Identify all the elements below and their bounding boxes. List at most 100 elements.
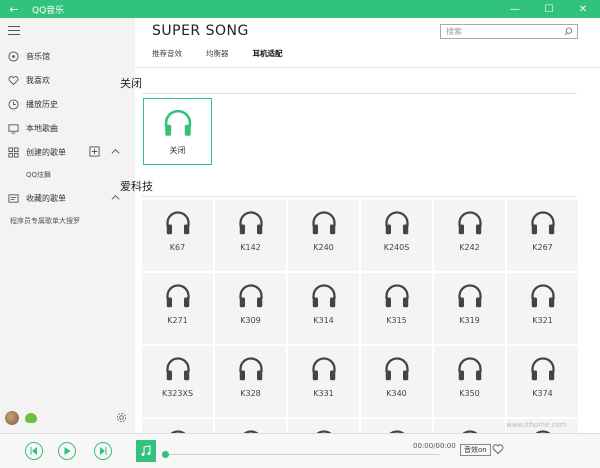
section-title-off: 关闭 bbox=[120, 77, 142, 90]
headphone-model-card[interactable]: K67 bbox=[142, 200, 213, 271]
sidebar-item-label: 创建的歌单 bbox=[26, 147, 66, 157]
headphone-label: K319 bbox=[459, 316, 480, 325]
headphone-label: K271 bbox=[167, 316, 188, 325]
music-note-icon bbox=[141, 445, 151, 456]
headphone-model-card[interactable]: K323XS bbox=[142, 346, 213, 417]
tab-recommended-effects[interactable]: 推荐音效 bbox=[152, 48, 182, 59]
sidebar-item-label: 播放历史 bbox=[26, 99, 58, 109]
playback-time: 00:00/00:00 bbox=[413, 442, 456, 450]
headphone-model-card[interactable]: K328 bbox=[215, 346, 286, 417]
headphones-icon bbox=[384, 284, 409, 308]
tab-divider bbox=[135, 67, 600, 68]
headphones-icon bbox=[457, 211, 482, 235]
favorite-heart-icon[interactable] bbox=[492, 443, 504, 455]
sound-effect-toggle[interactable]: 音效on bbox=[460, 444, 491, 456]
headphone-model-card[interactable]: K309 bbox=[215, 273, 286, 344]
add-playlist-icon[interactable] bbox=[89, 146, 100, 157]
sidebar-item-music-hall[interactable]: 音乐馆 bbox=[0, 44, 135, 68]
tab-headphone-adapt[interactable]: 耳机适配 bbox=[253, 48, 283, 59]
sidebar-item-created-playlists[interactable]: 创建的歌单 bbox=[0, 140, 135, 164]
title-bar: ← QQ音乐 — ☐ ✕ bbox=[0, 0, 600, 18]
sidebar-item-favorites[interactable]: 我喜欢 bbox=[0, 68, 135, 92]
gear-icon[interactable] bbox=[116, 412, 127, 423]
headphone-model-card[interactable]: K340 bbox=[361, 346, 432, 417]
headphone-model-card[interactable]: K242 bbox=[434, 200, 505, 271]
headphones-icon bbox=[311, 357, 336, 381]
headphone-off-card[interactable]: 关闭 bbox=[143, 98, 212, 165]
headphone-model-card[interactable]: K315 bbox=[361, 273, 432, 344]
play-button[interactable] bbox=[58, 442, 76, 460]
headphones-icon bbox=[530, 211, 555, 235]
section-divider bbox=[142, 93, 577, 94]
headphone-label: K374 bbox=[532, 389, 553, 398]
close-icon[interactable]: ✕ bbox=[566, 0, 600, 18]
sidebar-item-local[interactable]: 本地歌曲 bbox=[0, 116, 135, 140]
headphones-icon bbox=[384, 357, 409, 381]
next-button[interactable] bbox=[94, 442, 112, 460]
headphones-icon bbox=[384, 211, 409, 235]
watermark: www.ithome.com bbox=[506, 421, 567, 429]
maximize-icon[interactable]: ☐ bbox=[532, 0, 566, 18]
sidebar-item-label: 本地歌曲 bbox=[26, 123, 58, 133]
playlist-item[interactable]: 程序员专属歌单大搜罗 bbox=[0, 210, 135, 232]
frog-icon[interactable] bbox=[25, 413, 37, 423]
progress-track[interactable] bbox=[165, 454, 440, 455]
headphone-label: K242 bbox=[459, 243, 480, 252]
sidebar-item-label: 音乐馆 bbox=[26, 51, 50, 61]
headphones-icon bbox=[238, 211, 263, 235]
headphones-icon bbox=[311, 211, 336, 235]
search-placeholder: 搜索 bbox=[446, 27, 462, 36]
headphone-label: K314 bbox=[313, 316, 334, 325]
collection-icon bbox=[8, 193, 19, 203]
search-input[interactable]: 搜索 bbox=[440, 24, 578, 39]
headphones-icon bbox=[165, 284, 190, 308]
avatar[interactable] bbox=[5, 411, 19, 425]
headphone-model-card[interactable]: K240 bbox=[288, 200, 359, 271]
minimize-icon[interactable]: — bbox=[498, 0, 532, 18]
sidebar-item-collected-playlists[interactable]: 收藏的歌单 bbox=[0, 186, 135, 210]
headphone-label: K321 bbox=[532, 316, 553, 325]
hamburger-menu-icon[interactable] bbox=[8, 26, 20, 36]
section-title-brand: 爱科技 bbox=[120, 180, 153, 193]
album-cover[interactable] bbox=[136, 440, 156, 462]
next-icon bbox=[100, 447, 107, 455]
headphone-model-card[interactable]: K267 bbox=[507, 200, 578, 271]
progress-knob[interactable] bbox=[162, 451, 169, 458]
headphone-label: K142 bbox=[240, 243, 261, 252]
headphone-label: 关闭 bbox=[169, 146, 186, 155]
headphone-model-card[interactable]: K271 bbox=[142, 273, 213, 344]
headphone-model-card[interactable]: K331 bbox=[288, 346, 359, 417]
heart-icon bbox=[8, 75, 19, 85]
headphone-model-card[interactable]: K321 bbox=[507, 273, 578, 344]
previous-button[interactable] bbox=[25, 442, 43, 460]
search-icon[interactable] bbox=[564, 27, 573, 36]
sidebar-item-label: 收藏的歌单 bbox=[26, 193, 66, 203]
headphones-icon bbox=[164, 109, 191, 136]
headphones-icon bbox=[457, 284, 482, 308]
headphone-model-card[interactable]: K374 bbox=[507, 346, 578, 417]
headphone-label: K240S bbox=[383, 243, 410, 252]
headphone-model-card[interactable]: K314 bbox=[288, 273, 359, 344]
grid-icon bbox=[8, 146, 19, 158]
window-title: QQ音乐 bbox=[32, 5, 65, 16]
headphones-icon bbox=[165, 357, 190, 381]
sidebar-nav: 音乐馆 我喜欢 播放历史 本地歌曲 创建的歌单 QQ炫舞 收藏的歌单 程序员专属… bbox=[0, 44, 135, 232]
playlist-item[interactable]: QQ炫舞 bbox=[0, 164, 135, 186]
play-icon bbox=[64, 447, 71, 455]
sidebar-item-history[interactable]: 播放历史 bbox=[0, 92, 135, 116]
headphone-model-card[interactable]: K240S bbox=[361, 200, 432, 271]
headphone-label: K340 bbox=[386, 389, 407, 398]
headphone-model-card[interactable]: K319 bbox=[434, 273, 505, 344]
sidebar-footer bbox=[0, 406, 135, 430]
headphones-icon bbox=[238, 284, 263, 308]
tab-bar: 推荐音效 均衡器 耳机适配 bbox=[152, 48, 283, 59]
chevron-up-icon[interactable] bbox=[110, 146, 121, 157]
headphone-label: K331 bbox=[313, 389, 334, 398]
headphones-icon bbox=[530, 357, 555, 381]
player-bar: 00:00/00:00 音效on bbox=[0, 433, 600, 468]
headphone-model-card[interactable]: K142 bbox=[215, 200, 286, 271]
headphone-label: K309 bbox=[240, 316, 261, 325]
headphone-model-card[interactable]: K350 bbox=[434, 346, 505, 417]
tab-equalizer[interactable]: 均衡器 bbox=[206, 48, 229, 59]
back-arrow-icon[interactable]: ← bbox=[0, 0, 28, 18]
